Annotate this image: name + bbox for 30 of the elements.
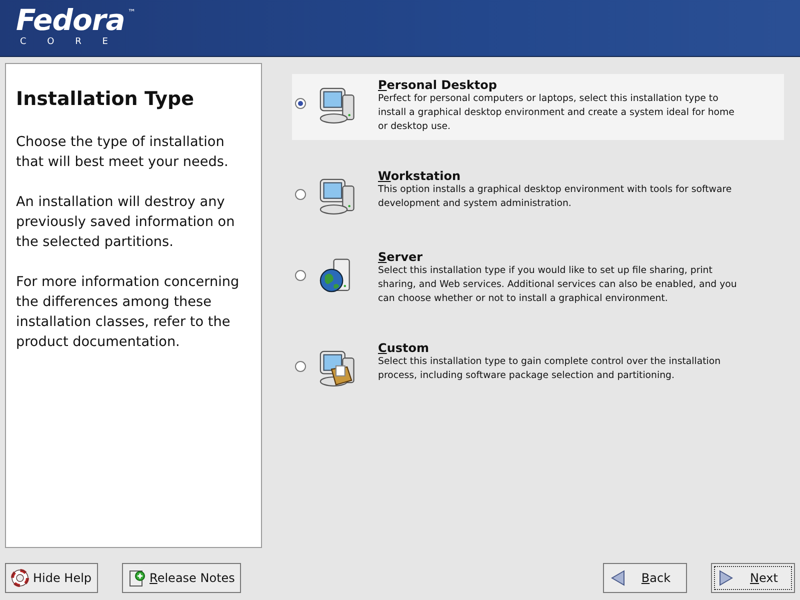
radio-button[interactable] <box>295 98 306 109</box>
trademark-sign: ™ <box>128 8 136 17</box>
option-title: Server <box>378 250 423 264</box>
option-description: Select this installation type if you would like to set up file sharing, print sharing, and Web services. Additional services can also be enabled, and you can choose whether or not to install a graphical environment. <box>378 264 738 306</box>
help-text: Choose the type of installation that will best meet your needs. <box>16 133 230 172</box>
help-text: An installation will destroy any previously saved information on the selected partitions. <box>16 193 236 252</box>
help-text: For more information concerning the differences among these installation classes, refer to the product documentation. <box>16 273 240 352</box>
hide-help-button[interactable]: Hide Help <box>5 563 98 593</box>
logo-text: Fedora <box>16 4 125 36</box>
next-button[interactable]: Next <box>711 563 795 593</box>
logo-subtitle: C O R E <box>19 36 117 48</box>
back-button[interactable]: Back <box>603 563 687 593</box>
installation-option[interactable]: Personal Desktop Perfect for personal computers or laptops, select this installation type to install a graphical desktop environment and create a system ideal for home or desktop use. <box>292 74 784 140</box>
lifebuoy-icon <box>11 569 29 587</box>
release-notes-button[interactable]: Release Notes <box>122 563 241 593</box>
installation-option[interactable]: Custom Select this installation type to gain complete control over the installation process, including software package selection and partitioning. <box>292 337 784 393</box>
radio-button[interactable] <box>295 361 306 372</box>
back-arrow-icon <box>609 569 627 587</box>
option-description: This option installs a graphical desktop environment with tools for software development and system administration. <box>378 183 733 211</box>
installation-option[interactable]: Workstation This option installs a graphical desktop environment with tools for software development and system administration. <box>292 165 784 221</box>
help-title: Installation Type <box>16 88 196 110</box>
document-add-icon <box>128 569 146 587</box>
radio-button[interactable] <box>295 270 306 281</box>
option-title: Workstation <box>378 169 461 183</box>
option-description: Select this installation type to gain complete control over the installation process, including software package selection and partitioning. <box>378 355 722 383</box>
next-arrow-icon <box>717 569 735 587</box>
option-title: Personal Desktop <box>378 78 497 92</box>
radio-button[interactable] <box>295 189 306 200</box>
option-title: Custom <box>378 341 429 355</box>
option-description: Perfect for personal computers or laptops, select this installation type to install a graphical desktop environment and create a system ideal for home or desktop use. <box>378 92 736 134</box>
